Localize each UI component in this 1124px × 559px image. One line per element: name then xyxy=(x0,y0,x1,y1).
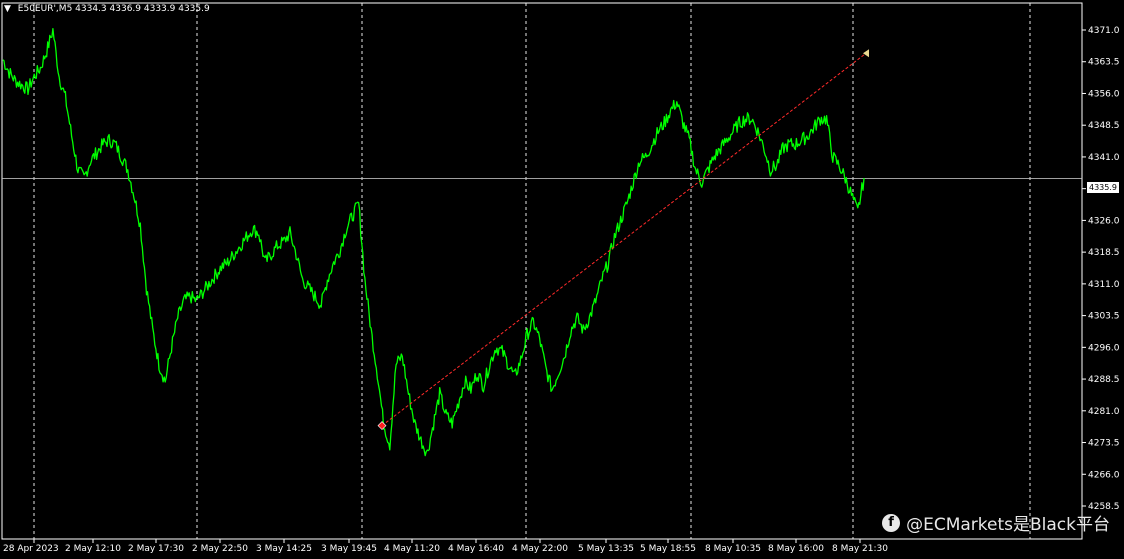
chart-canvas[interactable]: 4371.04363.54356.04348.54341.04333.54326… xyxy=(0,0,1124,559)
plot-frame xyxy=(1,2,1083,540)
y-tick-label: 4356.0 xyxy=(1088,89,1120,99)
triangle-down-icon[interactable]: ▼ xyxy=(4,4,11,14)
watermark: f @ECMarkets是Black平台 xyxy=(882,510,1110,535)
x-tick-label: 28 Apr 2023 xyxy=(3,544,59,554)
x-tick-label: 8 May 10:35 xyxy=(705,544,761,554)
x-tick-label: 8 May 16:00 xyxy=(768,544,824,554)
y-tick-label: 4318.5 xyxy=(1088,248,1120,258)
x-tick-label: 4 May 22:00 xyxy=(512,544,568,554)
price-axis: 4371.04363.54356.04348.54341.04333.54326… xyxy=(2,26,1120,512)
grid-lines xyxy=(1,2,1083,540)
chart-header: ▼ E50EUR',M5 4334.3 4336.9 4333.9 4335.9 xyxy=(4,4,210,14)
y-tick-label: 4363.5 xyxy=(1088,58,1120,68)
price-line xyxy=(2,27,865,457)
x-tick-label: 3 May 19:45 xyxy=(321,544,377,554)
x-tick-label: 2 May 17:30 xyxy=(128,544,184,554)
y-tick-label: 4311.0 xyxy=(1088,280,1120,290)
trend-end-marker[interactable] xyxy=(863,49,869,58)
ohlc-values: 4334.3 4336.9 4333.9 4335.9 xyxy=(75,4,210,14)
y-tick-label: 4288.5 xyxy=(1088,375,1120,385)
y-tick-label: 4266.0 xyxy=(1088,470,1120,480)
x-tick-label: 8 May 21:30 xyxy=(832,544,888,554)
y-tick-label: 4348.5 xyxy=(1088,121,1120,131)
x-tick-label: 5 May 13:35 xyxy=(578,544,634,554)
y-tick-label: 4341.0 xyxy=(1088,153,1120,163)
y-tick-label: 4296.0 xyxy=(1088,343,1120,353)
y-tick-label: 4371.0 xyxy=(1088,26,1120,36)
trend-line-object[interactable] xyxy=(377,49,869,431)
facebook-icon: f xyxy=(882,513,901,532)
symbol-label: E50EUR',M5 xyxy=(17,4,73,14)
trend-line[interactable] xyxy=(381,52,867,427)
x-tick-label: 2 May 12:10 xyxy=(65,544,121,554)
x-tick-label: 4 May 11:20 xyxy=(384,544,440,554)
current-price-tag: 4335.9 xyxy=(1087,182,1119,193)
price-series xyxy=(2,27,865,457)
y-tick-label: 4281.0 xyxy=(1088,407,1120,417)
time-axis: 28 Apr 2023 2 May 12:10 2 May 17:30 2 May 2… xyxy=(3,539,888,554)
y-tick-label: 4303.5 xyxy=(1088,312,1120,322)
y-tick-label: 4273.5 xyxy=(1088,439,1120,449)
x-tick-label: 4 May 16:40 xyxy=(448,544,504,554)
x-tick-label: 2 May 22:50 xyxy=(192,544,248,554)
x-tick-label: 5 May 18:55 xyxy=(640,544,696,554)
watermark-text: @ECMarkets是Black平台 xyxy=(906,515,1110,535)
y-tick-label: 4326.0 xyxy=(1088,216,1120,226)
x-tick-label: 3 May 14:25 xyxy=(256,544,312,554)
